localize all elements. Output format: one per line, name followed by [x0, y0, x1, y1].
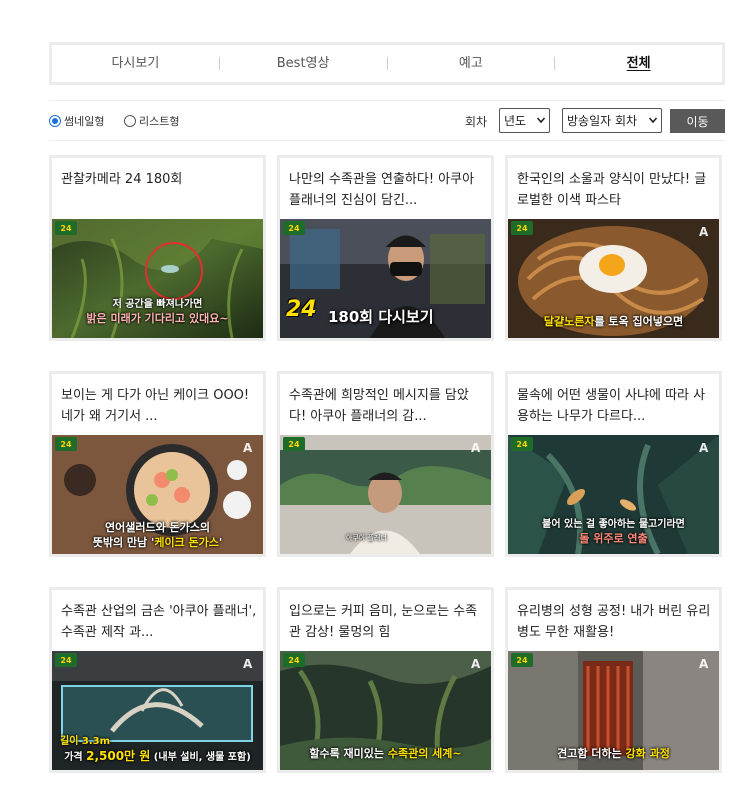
caption-text: 를 토옥 집어넣으면 [594, 315, 684, 328]
tab-replay[interactable]: 다시보기 [52, 56, 219, 72]
thumbnail-caption: 연어샐러드와 돈가스의 [104, 521, 211, 534]
channel-a-icon: A [243, 441, 253, 455]
tab-all[interactable]: 전체 [555, 56, 722, 72]
channel-badge: 24 [283, 437, 305, 451]
video-thumbnail[interactable]: 24 A 달걀노른자를 토옥 집어넣으면 [508, 219, 719, 338]
channel-a-icon: A [243, 657, 253, 671]
channel-a-icon: A [699, 441, 709, 455]
channel-badge: 24 [55, 653, 77, 667]
video-title: 보이는 게 다가 아닌 케이크 OOO! 네가 왜 거기서 ... [61, 388, 250, 424]
episode-label: 회차 [465, 115, 488, 129]
channel-a-icon: A [699, 657, 709, 671]
chevron-down-icon [648, 117, 658, 124]
caption-text: ' [218, 536, 223, 549]
caption-text: 뜻밖의 만남 ' [92, 536, 155, 549]
list-radio-label: 리스트형 [139, 115, 180, 128]
caption-text: 가격 [64, 752, 87, 763]
thumbnail-caption: 180회 다시보기 [328, 308, 434, 326]
filter-bar: 썸네일형 리스트형 회차 년도 방송일자 회차 이동 [49, 100, 725, 141]
video-card[interactable]: 수족관 산업의 금손 '아쿠아 플래너', 수족관 제작 과... 24 A 길… [49, 587, 266, 773]
caption-highlight: 2,500만 원 [86, 749, 151, 763]
thumbnail-caption: 할수록 재미있는 수족관의 세계~ [280, 745, 491, 761]
list-radio[interactable] [124, 115, 136, 127]
video-card[interactable]: 관찰카메라 24 180회 24 저 공간을 빠져나가면 밝은 미래가 기다리고… [49, 155, 266, 341]
channel-badge: 24 [511, 437, 533, 451]
video-title: 한국인의 소울과 양식이 만났다! 글로벌한 이색 파스타 [517, 172, 707, 208]
video-card[interactable]: 물속에 어떤 생물이 사냐에 따라 사용하는 나무가 다르다... 24 A 붙… [505, 371, 722, 557]
video-thumbnail[interactable]: 24 A 길이 3.3m 가격 2,500만 원 (내부 설비, 생물 포함) [52, 651, 263, 770]
video-thumbnail[interactable]: 24 A 연어샐러드와 돈가스의 뜻밖의 만남 '케이크 돈가스' [52, 435, 263, 554]
video-title: 수족관에 희망적인 메시지를 담았다! 아쿠아 플래너의 감... [289, 388, 469, 424]
program-logo: 24 [286, 297, 317, 322]
thumbnail-caption: 달걀노른자를 토옥 집어넣으면 [508, 313, 719, 329]
tab-best-video[interactable]: Best영상 [220, 56, 387, 72]
caption-text: (내부 설비, 생물 포함) [150, 752, 251, 763]
caption-text: 할수록 재미있는 [309, 747, 388, 760]
video-card[interactable]: 입으로는 커피 음미, 눈으로는 수족관 감상! 물멍의 힘 24 A 할수록 … [277, 587, 494, 773]
channel-badge: 24 [511, 653, 533, 667]
video-card[interactable]: 한국인의 소울과 양식이 만났다! 글로벌한 이색 파스타 24 A 달걀노른자… [505, 155, 722, 341]
channel-badge: 24 [511, 221, 533, 235]
go-button[interactable]: 이동 [670, 109, 725, 133]
video-title: 유리병의 성형 공정! 내가 버린 유리병도 무한 재활용! [517, 604, 711, 640]
channel-badge: 24 [283, 653, 305, 667]
video-thumbnail[interactable]: 24 24 180회 다시보기 [280, 219, 491, 338]
video-thumbnail[interactable]: 24 저 공간을 빠져나가면 밝은 미래가 기다리고 있대요~ [52, 219, 263, 338]
thumbnail-caption: 뜻밖의 만남 '케이크 돈가스' [52, 534, 263, 550]
channel-badge: 24 [283, 221, 305, 235]
tab-preview[interactable]: 예고 [388, 56, 555, 72]
thumbnail-view-option[interactable]: 썸네일형 [49, 113, 104, 129]
caption-highlight: 수족관의 세계~ [387, 747, 462, 760]
video-title: 수족관 산업의 금손 '아쿠아 플래너', 수족관 제작 과... [61, 604, 257, 640]
video-title: 입으로는 커피 음미, 눈으로는 수족관 감상! 물멍의 힘 [289, 604, 478, 640]
channel-a-icon: A [471, 441, 481, 455]
video-title: 물속에 어떤 생물이 사냐에 따라 사용하는 나무가 다르다... [517, 388, 706, 424]
video-thumbnail[interactable]: 24 A 아쿠아 플래너 [280, 435, 491, 554]
order-select-value: 방송일자 회차 [567, 114, 638, 128]
video-card[interactable]: 나만의 수족관을 연출하다! 아쿠아 플래너의 진심이 담긴... 24 24 … [277, 155, 494, 341]
category-tabs: 다시보기 Best영상 예고 전체 [49, 42, 725, 85]
year-select[interactable]: 년도 [499, 108, 550, 133]
thumbnail-caption: 밝은 미래가 기다리고 있대요~ [86, 312, 229, 325]
video-thumbnail[interactable]: 24 A 붙어 있는 걸 좋아하는 물고기라면 돌 위주로 연출 [508, 435, 719, 554]
video-thumbnail[interactable]: 24 A 견고함 더하는 강화 과정 [508, 651, 719, 770]
video-card[interactable]: 유리병의 성형 공정! 내가 버린 유리병도 무한 재활용! 24 A 견고함 … [505, 587, 722, 773]
caption-highlight: 강화 과정 [625, 747, 670, 760]
thumbnail-caption: 저 공간을 빠져나가면 [112, 299, 203, 310]
channel-a-icon: A [471, 657, 481, 671]
list-view-option[interactable]: 리스트형 [124, 113, 179, 129]
video-card[interactable]: 수족관에 희망적인 메시지를 담았다! 아쿠아 플래너의 감... 24 A 아… [277, 371, 494, 557]
channel-badge: 24 [55, 221, 77, 235]
broadcast-order-select[interactable]: 방송일자 회차 [562, 108, 662, 133]
thumbnail-caption: 길이 3.3m [60, 736, 111, 747]
video-title: 나만의 수족관을 연출하다! 아쿠아 플래너의 진심이 담긴... [289, 172, 475, 208]
caption-highlight: 달걀노른자 [543, 315, 595, 328]
thumbnail-caption: 견고함 더하는 강화 과정 [508, 745, 719, 761]
caption-text: 견고함 더하는 [557, 747, 626, 760]
channel-a-icon: A [699, 225, 709, 239]
thumbnail-caption: 붙어 있는 걸 좋아하는 물고기라면 [542, 519, 685, 530]
thumbnail-caption: 아쿠아 플래너 [346, 534, 387, 542]
thumbnail-radio-label: 썸네일형 [64, 115, 105, 128]
thumbnail-radio[interactable] [49, 115, 61, 127]
chevron-down-icon [536, 117, 546, 124]
thumbnail-caption: 가격 2,500만 원 (내부 설비, 생물 포함) [52, 747, 263, 764]
video-card[interactable]: 보이는 게 다가 아닌 케이크 OOO! 네가 왜 거기서 ... 24 A 연… [49, 371, 266, 557]
video-title: 관찰카메라 24 180회 [61, 172, 183, 187]
channel-badge: 24 [55, 437, 77, 451]
year-select-value: 년도 [504, 114, 527, 128]
caption-highlight: 케이크 돈가스 [154, 536, 219, 549]
thumbnail-caption: 돌 위주로 연출 [579, 532, 648, 545]
video-thumbnail[interactable]: 24 A 할수록 재미있는 수족관의 세계~ [280, 651, 491, 770]
